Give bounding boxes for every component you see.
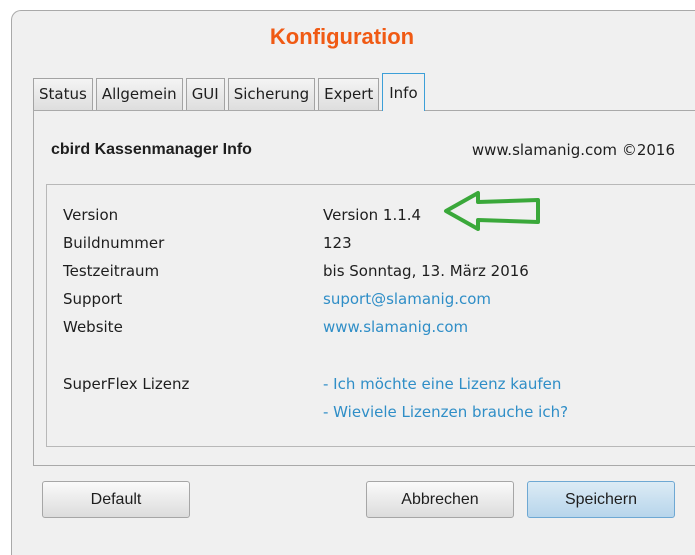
tab-bar: Status Allgemein GUI Sicherung Expert In… — [33, 65, 425, 111]
label-website: Website — [63, 318, 123, 336]
label-buildnummer: Buildnummer — [63, 234, 165, 252]
support-email-link[interactable]: suport@slamanig.com — [323, 290, 491, 308]
label-version: Version — [63, 206, 119, 224]
tab-allgemein[interactable]: Allgemein — [95, 78, 183, 111]
label-superflex-lizenz: SuperFlex Lizenz — [63, 375, 190, 393]
tab-expert[interactable]: Expert — [318, 78, 380, 111]
tab-info[interactable]: Info — [382, 73, 425, 111]
value-testzeitraum: bis Sonntag, 13. März 2016 — [323, 262, 529, 280]
value-buildnummer: 123 — [323, 234, 352, 252]
website-link[interactable]: www.slamanig.com — [323, 318, 468, 336]
tab-gui[interactable]: GUI — [185, 78, 225, 111]
label-support: Support — [63, 290, 123, 308]
dialog-title: Konfiguration — [269, 24, 415, 49]
buy-license-link[interactable]: - Ich möchte eine Lizenz kaufen — [323, 375, 561, 393]
value-version: Version 1.1.4 — [323, 206, 422, 224]
arrow-left-icon — [444, 191, 540, 231]
tab-sicherung[interactable]: Sicherung — [227, 78, 316, 111]
copyright-text: www.slamanig.com ©2016 — [471, 141, 675, 159]
tab-status[interactable]: Status — [33, 78, 93, 111]
info-panel: cbird Kassenmanager Info www.slamanig.co… — [33, 110, 695, 466]
how-many-licenses-link[interactable]: - Wieviele Lizenzen brauche ich? — [323, 403, 568, 421]
cancel-button[interactable]: Abbrechen — [366, 481, 514, 518]
info-details-box: Version Version 1.1.4 Buildnummer 123 Te… — [46, 184, 695, 447]
default-button[interactable]: Default — [42, 481, 190, 518]
label-testzeitraum: Testzeitraum — [63, 262, 160, 280]
save-button[interactable]: Speichern — [527, 481, 675, 518]
info-heading: cbird Kassenmanager Info — [51, 141, 252, 158]
